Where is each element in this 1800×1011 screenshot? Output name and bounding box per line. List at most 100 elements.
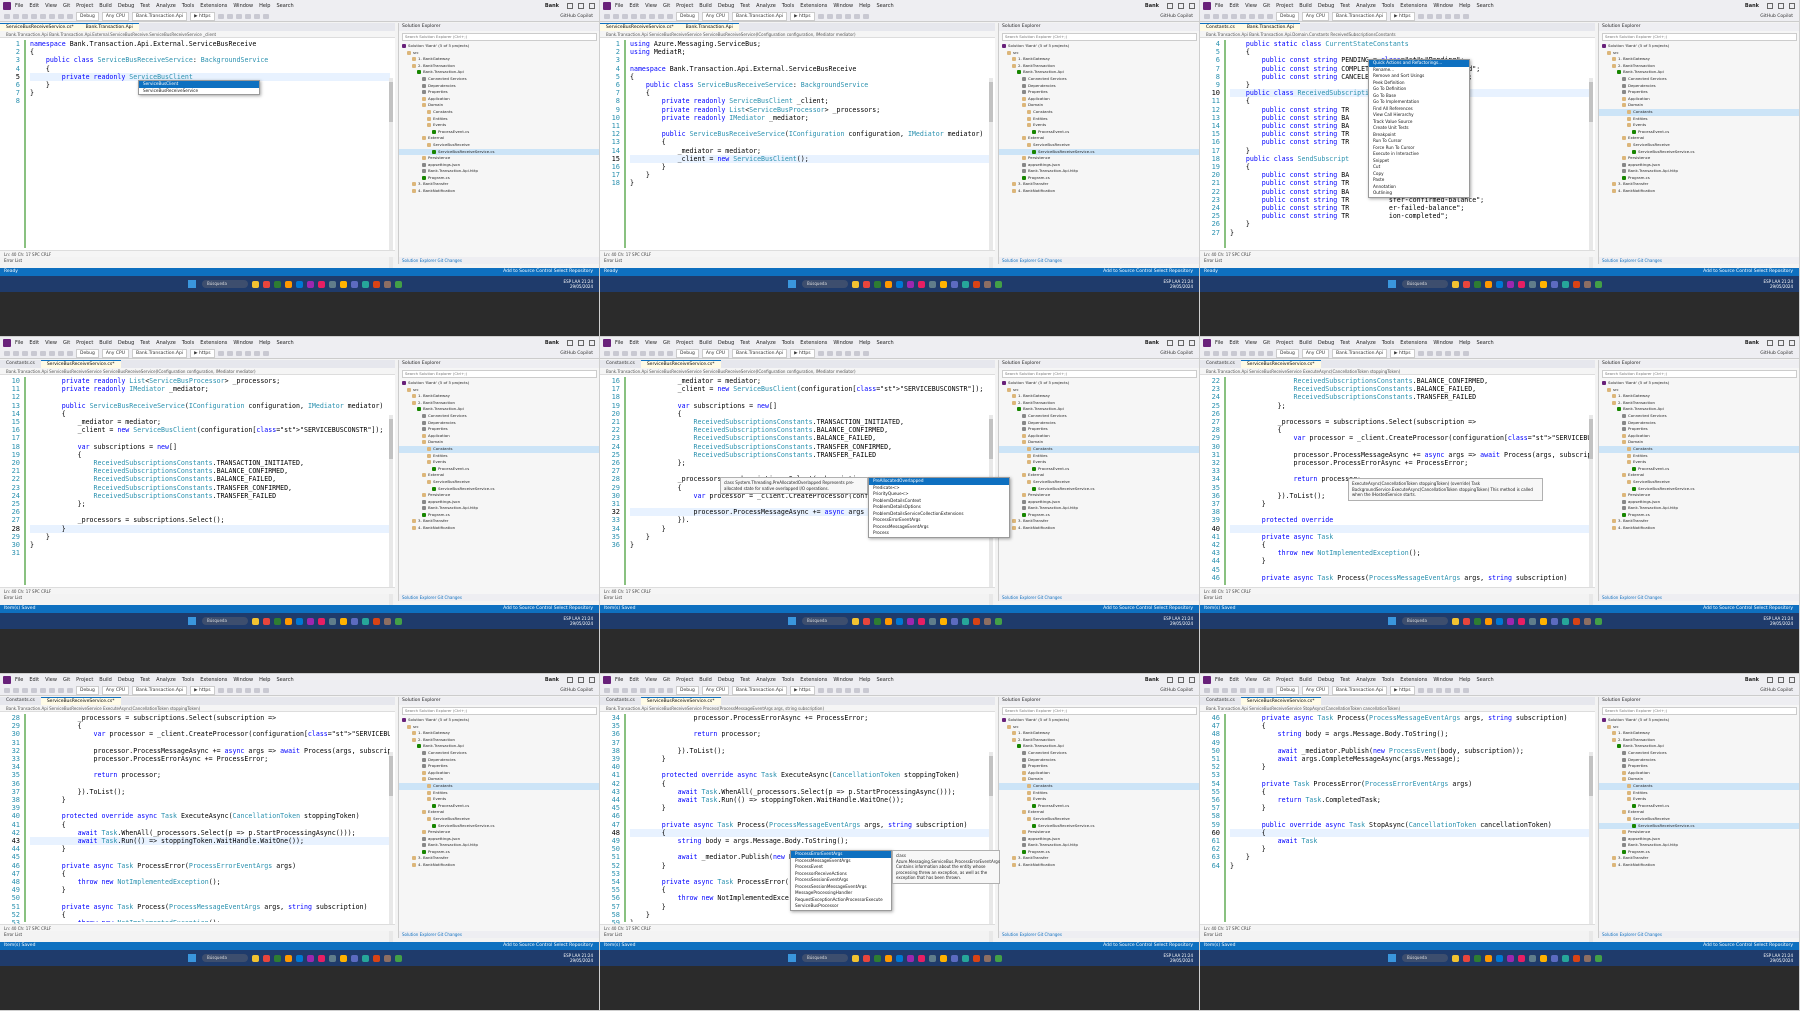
toolbar-icon[interactable]: [862, 14, 869, 19]
toolbar-icon[interactable]: [1258, 351, 1264, 356]
code-line[interactable]: [30, 508, 390, 516]
navigation-bar[interactable]: Bank.Transaction.Api ServiceBusReceiveSe…: [1200, 368, 1595, 375]
code-line[interactable]: {: [30, 722, 390, 730]
taskbar-app-icon[interactable]: [1584, 954, 1591, 962]
popup-item[interactable]: Outlining: [1369, 190, 1469, 197]
code-line[interactable]: {: [30, 48, 390, 56]
toolbar-icon[interactable]: [1426, 351, 1433, 356]
code-line[interactable]: _processors = subscriptions.Select(subsc…: [30, 714, 390, 722]
tree-node[interactable]: Dependencies: [999, 420, 1199, 427]
taskbar-app-icon[interactable]: [1573, 280, 1580, 288]
taskbar-app-icon[interactable]: [863, 617, 870, 625]
tree-node[interactable]: 4. BankNotification: [399, 862, 599, 869]
tree-node[interactable]: Domain: [1599, 102, 1799, 109]
maximize-icon[interactable]: [578, 677, 584, 683]
menu-project[interactable]: Project: [1276, 674, 1293, 686]
taskbar-app-icon[interactable]: [995, 617, 1002, 625]
tree-node[interactable]: 2. BankTransaction: [999, 400, 1199, 407]
taskbar-app-icon[interactable]: [1540, 954, 1547, 962]
code-editor[interactable]: 46 47 48 49 50 51 52 53 54 55 56 57 58 59 60 61 62 63 64 p…: [1200, 712, 1595, 957]
menu-extensions[interactable]: Extensions: [800, 674, 827, 686]
source-control[interactable]: Add to Source Control Select Repository: [1703, 605, 1793, 613]
tree-node[interactable]: Dependencies: [1599, 83, 1799, 90]
tree-node[interactable]: Bank.Transaction.Api: [399, 743, 599, 750]
toolbar-icon[interactable]: [226, 688, 233, 693]
toolbar-icon[interactable]: [817, 14, 824, 19]
toolbar-icon[interactable]: [217, 688, 224, 693]
maximize-icon[interactable]: [1778, 677, 1784, 683]
tree-node[interactable]: 4. BankNotification: [399, 525, 599, 532]
code-line[interactable]: {: [630, 73, 990, 81]
popup-item[interactable]: ServiceBusProcessor: [791, 903, 891, 910]
code-line[interactable]: processor.ProcessMessageAsync += async a…: [30, 747, 390, 755]
solution-explorer-footer[interactable]: Solution Explorer Git Changes: [399, 594, 599, 601]
menu-debug[interactable]: Debug: [1318, 337, 1334, 349]
taskbar-app-icon[interactable]: [373, 280, 380, 288]
tree-node[interactable]: Entities: [399, 790, 599, 797]
toolbar-icon[interactable]: [1444, 688, 1451, 693]
menu-project[interactable]: Project: [76, 674, 93, 686]
toolbar-icon[interactable]: [235, 14, 242, 19]
toolbar-icon[interactable]: [226, 14, 233, 19]
code-line[interactable]: {: [630, 89, 990, 97]
taskbar-app-icon[interactable]: [907, 954, 914, 962]
tree-node[interactable]: 3. BankTransfer: [399, 518, 599, 525]
tree-node[interactable]: Entities: [399, 453, 599, 460]
tree-node[interactable]: Application: [999, 433, 1199, 440]
solution-search-input[interactable]: Search Solution Explorer (Ctrl+;): [1002, 33, 1197, 41]
tree-node[interactable]: Bank.Transaction.Api: [999, 743, 1199, 750]
code-line[interactable]: [1230, 524, 1590, 533]
code-line[interactable]: var subscriptions = new[]: [630, 402, 990, 410]
toolbar-icon[interactable]: [613, 14, 619, 19]
toolbar-icon[interactable]: [22, 14, 28, 19]
taskbar-app-icon[interactable]: [1518, 954, 1525, 962]
taskbar-app-icon[interactable]: [1485, 280, 1492, 288]
toolbar-icon[interactable]: [253, 14, 260, 19]
scroll-thumb[interactable]: [389, 82, 393, 122]
taskbar-app-icon[interactable]: [1595, 280, 1602, 288]
taskbar-app-icon[interactable]: [874, 617, 881, 625]
menu-build[interactable]: Build: [699, 0, 712, 12]
maximize-icon[interactable]: [1178, 340, 1184, 346]
tree-node[interactable]: Entities: [999, 453, 1199, 460]
taskbar-app-icon[interactable]: [1496, 280, 1503, 288]
popup-item[interactable]: Process: [869, 530, 1009, 537]
taskbar-app-icon[interactable]: [318, 954, 325, 962]
code-line[interactable]: protected override async Task ExecuteAsy…: [30, 812, 390, 820]
source-control[interactable]: Add to Source Control Select Repository: [1703, 268, 1793, 276]
run-button[interactable]: ▶ https: [1390, 686, 1415, 695]
tree-node[interactable]: 1. BankGateway: [1599, 393, 1799, 400]
menu-window[interactable]: Window: [833, 0, 853, 12]
code-line[interactable]: _processors = subscriptions.Select();: [30, 516, 390, 524]
tree-node[interactable]: 3. BankTransfer: [399, 181, 599, 188]
toolbar-icon[interactable]: [826, 14, 833, 19]
menu-test[interactable]: Test: [140, 337, 150, 349]
tree-node[interactable]: Connected Services: [399, 413, 599, 420]
tree-node[interactable]: ServiceBusReceiveService.cs: [1599, 149, 1799, 156]
minimize-icon[interactable]: [1167, 3, 1173, 9]
code-line[interactable]: };: [1230, 402, 1590, 410]
windows-start-icon[interactable]: [188, 280, 196, 288]
toolbar-icon[interactable]: [631, 351, 637, 356]
startup-project-select[interactable]: Bank.Transaction.Api: [132, 686, 188, 695]
tree-node[interactable]: Program.cs: [999, 512, 1199, 519]
toolbar-icon[interactable]: [58, 14, 64, 19]
toolbar-icon[interactable]: [13, 351, 19, 356]
tree-node[interactable]: Bank.Transaction.Api: [1599, 743, 1799, 750]
code-line[interactable]: using MediatR;: [630, 48, 990, 56]
tree-node[interactable]: Constants: [999, 445, 1199, 453]
taskbar-app-icon[interactable]: [362, 280, 369, 288]
toolbar-icon[interactable]: [1258, 14, 1264, 19]
tree-node[interactable]: Bank.Transaction.Api.http: [399, 842, 599, 849]
code-line[interactable]: private async Task: [1230, 533, 1590, 541]
run-button[interactable]: ▶ https: [1390, 349, 1415, 358]
taskbar-app-icon[interactable]: [951, 954, 958, 962]
solution-explorer-footer[interactable]: Solution Explorer Git Changes: [999, 257, 1199, 264]
tree-node[interactable]: Application: [1599, 433, 1799, 440]
tree-node[interactable]: Connected Services: [999, 413, 1199, 420]
tree-node[interactable]: 2. BankTransaction: [399, 400, 599, 407]
code-line[interactable]: [1230, 739, 1590, 747]
navigation-bar[interactable]: Bank.Transaction.Api ServiceBusReceiveSe…: [0, 705, 395, 712]
menu-build[interactable]: Build: [699, 337, 712, 349]
tree-node[interactable]: Bank.Transaction.Api.http: [1599, 505, 1799, 512]
